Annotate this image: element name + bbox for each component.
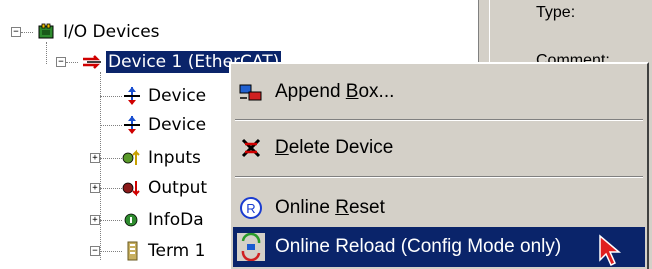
tree-connector — [100, 72, 101, 260]
tree-item-label: I/O Devices — [63, 22, 160, 42]
terminal-icon — [122, 241, 142, 261]
inputs-icon — [122, 148, 142, 168]
expand-toggle[interactable]: + — [90, 215, 100, 225]
tree-item-term-1[interactable]: Term 1 — [122, 240, 207, 262]
tree-item-label: Device — [148, 86, 207, 106]
menu-item-label: Online Reload (Config Mode only) — [275, 236, 562, 257]
append-box-menu-item[interactable]: Append Box... — [233, 72, 645, 112]
menu-item-label: Delete Device — [275, 137, 394, 158]
tree-connector — [100, 125, 122, 126]
io-devices-icon — [37, 22, 57, 42]
collapse-toggle[interactable]: − — [90, 246, 100, 256]
online-reload-icon — [237, 232, 265, 262]
tree-connector — [100, 220, 122, 221]
tree-item-io-devices[interactable]: I/O Devices — [37, 21, 162, 43]
tree-item-outputs[interactable]: Output — [122, 177, 209, 199]
tree-connector — [100, 251, 122, 252]
menu-separator — [235, 119, 643, 121]
delete-device-icon — [237, 134, 265, 162]
tree-item-child[interactable]: Device — [122, 114, 208, 136]
device-image-info-icon — [122, 115, 142, 135]
outputs-icon — [122, 178, 142, 198]
online-reset-icon: R — [237, 194, 265, 222]
tree-connector — [21, 32, 33, 33]
tree-connector — [100, 96, 122, 97]
tree-item-label: Output — [148, 178, 208, 198]
ethercat-device-icon — [82, 52, 102, 72]
expand-toggle[interactable]: + — [90, 153, 100, 163]
tree-item-child[interactable]: Device — [122, 85, 208, 107]
context-menu: Append Box... Delete Device R Online Res… — [229, 62, 649, 269]
tree-item-label: Term 1 — [148, 241, 206, 261]
mouse-cursor-icon — [599, 234, 622, 267]
device-image-icon — [122, 86, 142, 106]
tree-connector — [46, 42, 47, 64]
infodata-icon — [122, 210, 142, 230]
tree-connector — [100, 158, 122, 159]
type-label: Type: — [536, 4, 576, 21]
collapse-toggle[interactable]: − — [56, 57, 66, 67]
expand-toggle[interactable]: + — [90, 183, 100, 193]
tree-item-label: Inputs — [148, 148, 201, 168]
tree-connector — [100, 188, 122, 189]
collapse-toggle[interactable]: − — [11, 27, 21, 37]
online-reload-menu-item[interactable]: Online Reload (Config Mode only) — [233, 227, 645, 267]
tree-item-label: Device — [148, 115, 207, 135]
menu-separator — [235, 176, 643, 178]
tree-item-infodata[interactable]: InfoDa — [122, 209, 206, 231]
tree-connector — [66, 62, 78, 63]
online-reset-menu-item[interactable]: R Online Reset — [233, 188, 645, 228]
svg-text:R: R — [246, 201, 255, 216]
tree-item-inputs[interactable]: Inputs — [122, 147, 203, 169]
menu-item-label: Online Reset — [275, 197, 385, 218]
menu-item-label: Append Box... — [275, 81, 395, 102]
append-box-icon — [237, 78, 265, 106]
delete-device-menu-item[interactable]: Delete Device — [233, 128, 645, 168]
tree-item-label: InfoDa — [148, 210, 204, 230]
